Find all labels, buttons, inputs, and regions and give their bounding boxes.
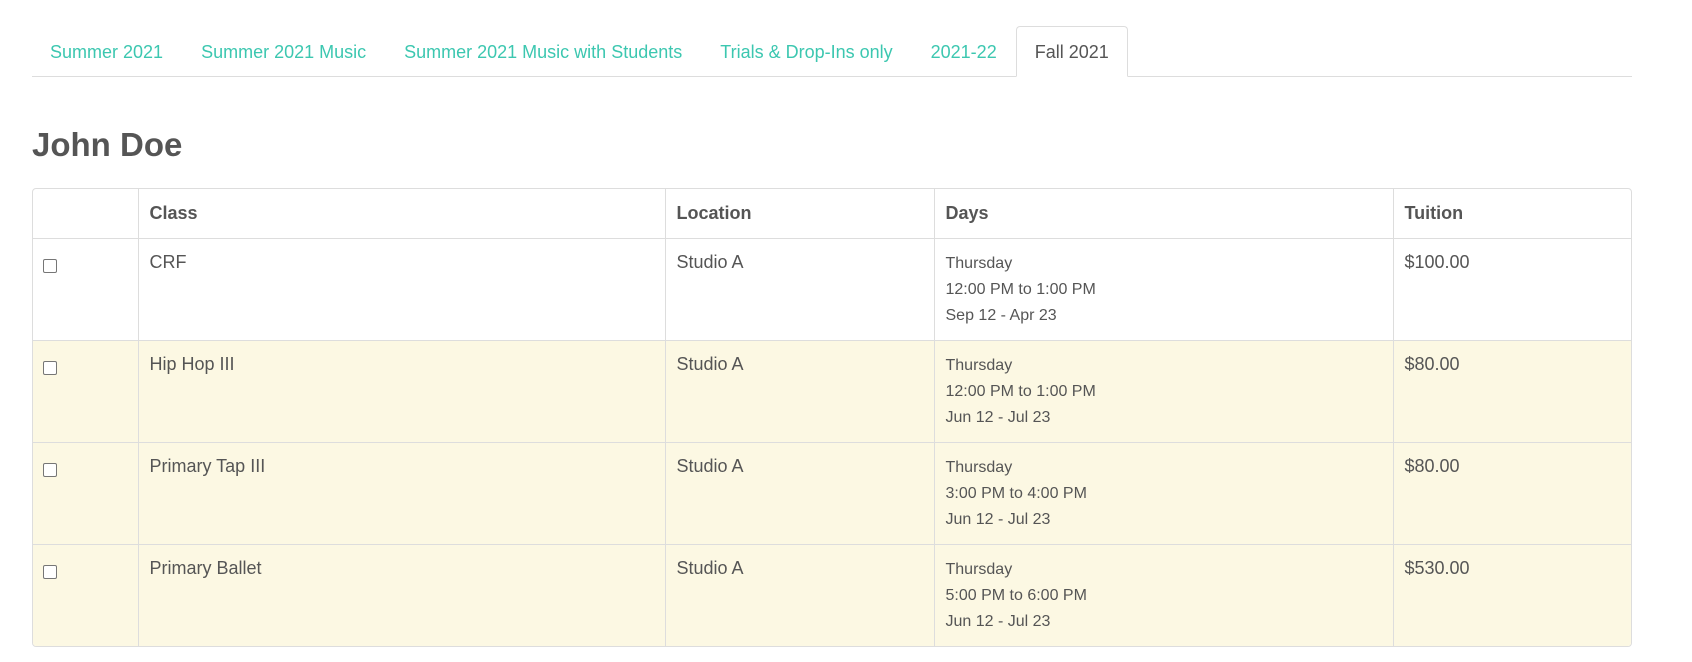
class-dates: Sep 12 - Apr 23 — [945, 306, 1057, 324]
tab-summer-2021-music-with-students[interactable]: Summer 2021 Music with Students — [385, 26, 701, 77]
row-checkbox[interactable] — [43, 564, 57, 579]
tab-fall-2021[interactable]: Fall 2021 — [1015, 26, 1128, 77]
class-dates: Jun 12 - Jul 23 — [945, 612, 1051, 630]
row-select-cell — [33, 544, 139, 646]
class-name: Primary Tap III — [138, 442, 666, 545]
class-day: Thursday — [945, 356, 1013, 374]
class-name: Hip Hop III — [138, 340, 666, 443]
class-tuition: $80.00 — [1393, 442, 1631, 545]
tab-2021-22[interactable]: 2021-22 — [912, 26, 1016, 77]
header-class: Class — [138, 189, 666, 239]
class-day: Thursday — [945, 458, 1013, 476]
table-header-row: Class Location Days Tuition — [33, 189, 1631, 239]
class-name: Primary Ballet — [138, 544, 666, 646]
row-select-cell — [33, 442, 139, 545]
page-container: Summer 2021 Summer 2021 Music Summer 202… — [32, 26, 1632, 647]
class-days: Thursday 12:00 PM to 1:00 PM Jun 12 - Ju… — [934, 340, 1394, 443]
table-row: Hip Hop III Studio A Thursday 12:00 PM t… — [33, 340, 1631, 443]
table-row: Primary Ballet Studio A Thursday 5:00 PM… — [33, 544, 1631, 646]
class-tuition: $80.00 — [1393, 340, 1631, 443]
student-name: John Doe — [32, 126, 183, 163]
class-time: 12:00 PM to 1:00 PM — [945, 280, 1096, 298]
class-day: Thursday — [945, 560, 1013, 578]
class-location: Studio A — [665, 340, 935, 443]
class-days: Thursday 5:00 PM to 6:00 PM Jun 12 - Jul… — [934, 544, 1394, 646]
table-row: CRF Studio A Thursday 12:00 PM to 1:00 P… — [33, 238, 1631, 341]
class-time: 5:00 PM to 6:00 PM — [945, 586, 1087, 604]
header-select — [33, 189, 139, 239]
tab-summer-2021[interactable]: Summer 2021 — [32, 26, 182, 77]
tab-trials-drop-ins[interactable]: Trials & Drop-Ins only — [701, 26, 911, 77]
class-location: Studio A — [665, 544, 935, 646]
row-select-cell — [33, 340, 139, 443]
class-day: Thursday — [945, 254, 1013, 272]
row-checkbox[interactable] — [43, 462, 57, 477]
class-tuition: $530.00 — [1393, 544, 1631, 646]
class-time: 12:00 PM to 1:00 PM — [945, 382, 1096, 400]
class-days: Thursday 3:00 PM to 4:00 PM Jun 12 - Jul… — [934, 442, 1394, 545]
table-row: Primary Tap III Studio A Thursday 3:00 P… — [33, 442, 1631, 545]
class-days: Thursday 12:00 PM to 1:00 PM Sep 12 - Ap… — [934, 238, 1394, 341]
class-location: Studio A — [665, 238, 935, 341]
class-dates: Jun 12 - Jul 23 — [945, 408, 1051, 426]
tab-summer-2021-music[interactable]: Summer 2021 Music — [182, 26, 385, 77]
row-select-cell — [33, 238, 139, 341]
row-checkbox[interactable] — [43, 360, 57, 375]
classes-table: Class Location Days Tuition CRF Studio A… — [32, 188, 1632, 647]
class-location: Studio A — [665, 442, 935, 545]
header-days: Days — [934, 189, 1394, 239]
class-dates: Jun 12 - Jul 23 — [945, 510, 1051, 528]
row-checkbox[interactable] — [43, 258, 57, 273]
header-location: Location — [665, 189, 935, 239]
class-tuition: $100.00 — [1393, 238, 1631, 341]
header-tuition: Tuition — [1393, 189, 1631, 239]
season-tabs: Summer 2021 Summer 2021 Music Summer 202… — [32, 26, 1632, 77]
class-name: CRF — [138, 238, 666, 341]
class-time: 3:00 PM to 4:00 PM — [945, 484, 1087, 502]
